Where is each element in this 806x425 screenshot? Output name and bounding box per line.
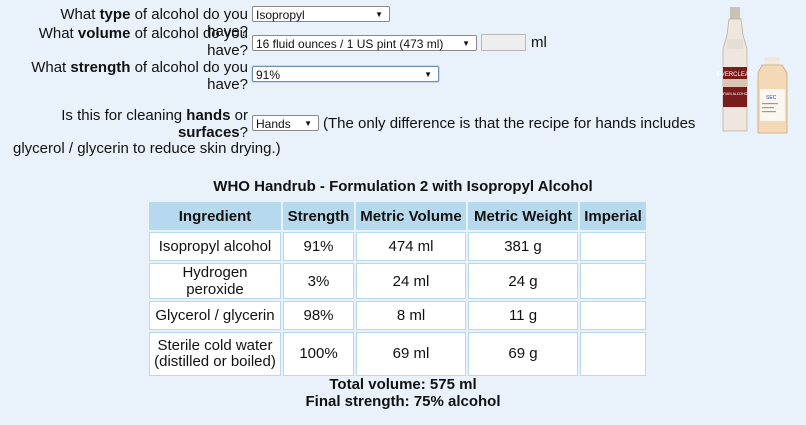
column-header-strength: Strength	[283, 202, 354, 230]
weight-cell: 381 g	[468, 232, 578, 261]
column-header-metric-volume: Metric Volume	[356, 202, 466, 230]
table-row: Sterile cold water (distilled or boiled) …	[149, 332, 646, 376]
strength-question: What strength of alcohol do you have?	[31, 59, 248, 93]
weight-cell: 69 g	[468, 332, 578, 376]
chevron-down-icon: ▼	[424, 70, 432, 79]
strength-cell: 91%	[283, 232, 354, 261]
volume-unit-label: ml	[531, 34, 547, 51]
ingredient-cell: Sterile cold water (distilled or boiled)	[149, 332, 281, 376]
chevron-down-icon: ▼	[304, 119, 312, 128]
imperial-cell	[580, 301, 646, 330]
use-question: Is this for cleaning hands or surfaces?	[61, 107, 248, 141]
ingredient-cell: Isopropyl alcohol	[149, 232, 281, 261]
ingredient-cell: Hydrogen peroxide	[149, 263, 281, 299]
bottle2-label: SEC	[766, 95, 777, 101]
alcohol-type-select[interactable]: Isopropyl ▼	[252, 6, 390, 22]
strength-cell: 3%	[283, 263, 354, 299]
recipe-title: WHO Handrub - Formulation 2 with Isoprop…	[213, 178, 593, 195]
imperial-cell	[580, 232, 646, 261]
recipe-table: Ingredient Strength Metric Volume Metric…	[147, 200, 648, 378]
imperial-cell	[580, 263, 646, 299]
volume-cell: 24 ml	[356, 263, 466, 299]
use-note-line2: glycerol / glycerin to reduce skin dryin…	[13, 140, 281, 157]
final-strength: Final strength: 75% alcohol	[305, 393, 501, 410]
table-row: Glycerol / glycerin 98% 8 ml 11 g	[149, 301, 646, 330]
ingredient-cell: Glycerol / glycerin	[149, 301, 281, 330]
alcohol-bottles-image: EVERCLEAR GRAIN ALCOHOL SEC	[713, 5, 793, 135]
volume-cell: 474 ml	[356, 232, 466, 261]
bottle1-sub: GRAIN ALCOHOL	[721, 92, 750, 96]
chevron-down-icon: ▼	[462, 39, 470, 48]
total-volume: Total volume: 575 ml	[329, 376, 477, 393]
weight-cell: 24 g	[468, 263, 578, 299]
alcohol-strength-select[interactable]: 91% ▼	[252, 66, 439, 82]
strength-cell: 98%	[283, 301, 354, 330]
alcohol-volume-select[interactable]: 16 fluid ounces / 1 US pint (473 ml) ▼	[252, 35, 477, 51]
table-row: Hydrogen peroxide 3% 24 ml 24 g	[149, 263, 646, 299]
use-select[interactable]: Hands ▼	[252, 115, 319, 131]
table-row: Isopropyl alcohol 91% 474 ml 381 g	[149, 232, 646, 261]
column-header-metric-weight: Metric Weight	[468, 202, 578, 230]
volume-question: What volume of alcohol do you have?	[38, 25, 248, 59]
strength-cell: 100%	[283, 332, 354, 376]
use-note-line1: (The only difference is that the recipe …	[323, 115, 696, 132]
custom-volume-input[interactable]	[481, 34, 526, 51]
chevron-down-icon: ▼	[375, 10, 383, 19]
imperial-cell	[580, 332, 646, 376]
column-header-ingredient: Ingredient	[149, 202, 281, 230]
volume-cell: 69 ml	[356, 332, 466, 376]
bottle1-label: EVERCLEAR	[717, 72, 754, 78]
weight-cell: 11 g	[468, 301, 578, 330]
column-header-imperial: Imperial	[580, 202, 646, 230]
volume-cell: 8 ml	[356, 301, 466, 330]
